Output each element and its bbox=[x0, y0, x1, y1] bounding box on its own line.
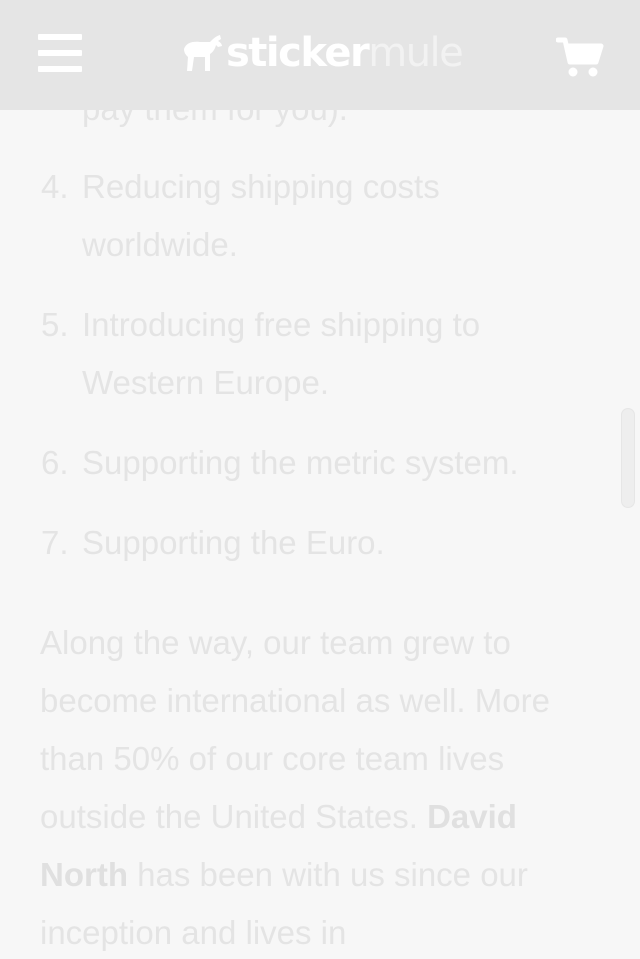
list-item: 5. Introducing free shipping to Western … bbox=[0, 296, 600, 412]
list-item: 4. Reducing shipping costs worldwide. bbox=[0, 158, 600, 274]
list-item-number: 6. bbox=[41, 444, 69, 481]
list-item: 7. Supporting the Euro. bbox=[0, 514, 600, 572]
scrollbar-thumb[interactable] bbox=[621, 408, 635, 508]
hamburger-menu-icon[interactable] bbox=[38, 34, 82, 72]
list-item-number: 4. bbox=[41, 168, 69, 205]
list-item-text: Supporting the metric system. bbox=[82, 444, 519, 481]
team-paragraph: Along the way, our team grew to become i… bbox=[40, 614, 600, 959]
steps-list: 4. Reducing shipping costs worldwide. 5.… bbox=[0, 158, 600, 594]
stickermule-logo[interactable]: stickermule bbox=[180, 28, 464, 78]
site-header: stickermule bbox=[0, 0, 640, 110]
list-item-text: Supporting the Euro. bbox=[82, 524, 385, 561]
mule-logo-icon bbox=[184, 35, 222, 71]
list-item-number: 7. bbox=[41, 524, 69, 561]
list-item-text: Introducing free shipping to Western Eur… bbox=[82, 306, 481, 401]
list-item: 6. Supporting the metric system. bbox=[0, 434, 600, 492]
shopping-cart-icon[interactable] bbox=[555, 36, 604, 80]
logo-text-sticker: sticker bbox=[226, 30, 370, 76]
list-item-number: 5. bbox=[41, 306, 69, 343]
page: pay them for you). 4. Reducing shipping … bbox=[0, 0, 640, 959]
list-item-text: Reducing shipping costs worldwide. bbox=[82, 168, 440, 263]
logo-text-mule: mule bbox=[368, 30, 464, 76]
